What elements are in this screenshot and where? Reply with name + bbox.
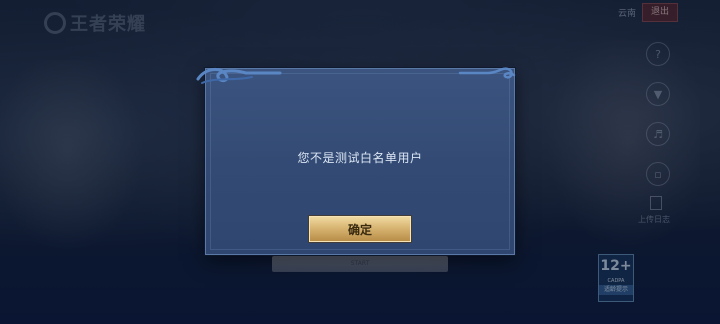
dialog-message: 您不是测试白名单用户 bbox=[297, 151, 423, 165]
cloud-swirl-left-icon bbox=[196, 68, 282, 84]
confirm-button[interactable]: 确定 bbox=[309, 216, 411, 242]
alert-dialog: 您不是测试白名单用户 确定 bbox=[196, 67, 516, 255]
cloud-swirl-right-icon bbox=[458, 67, 516, 79]
